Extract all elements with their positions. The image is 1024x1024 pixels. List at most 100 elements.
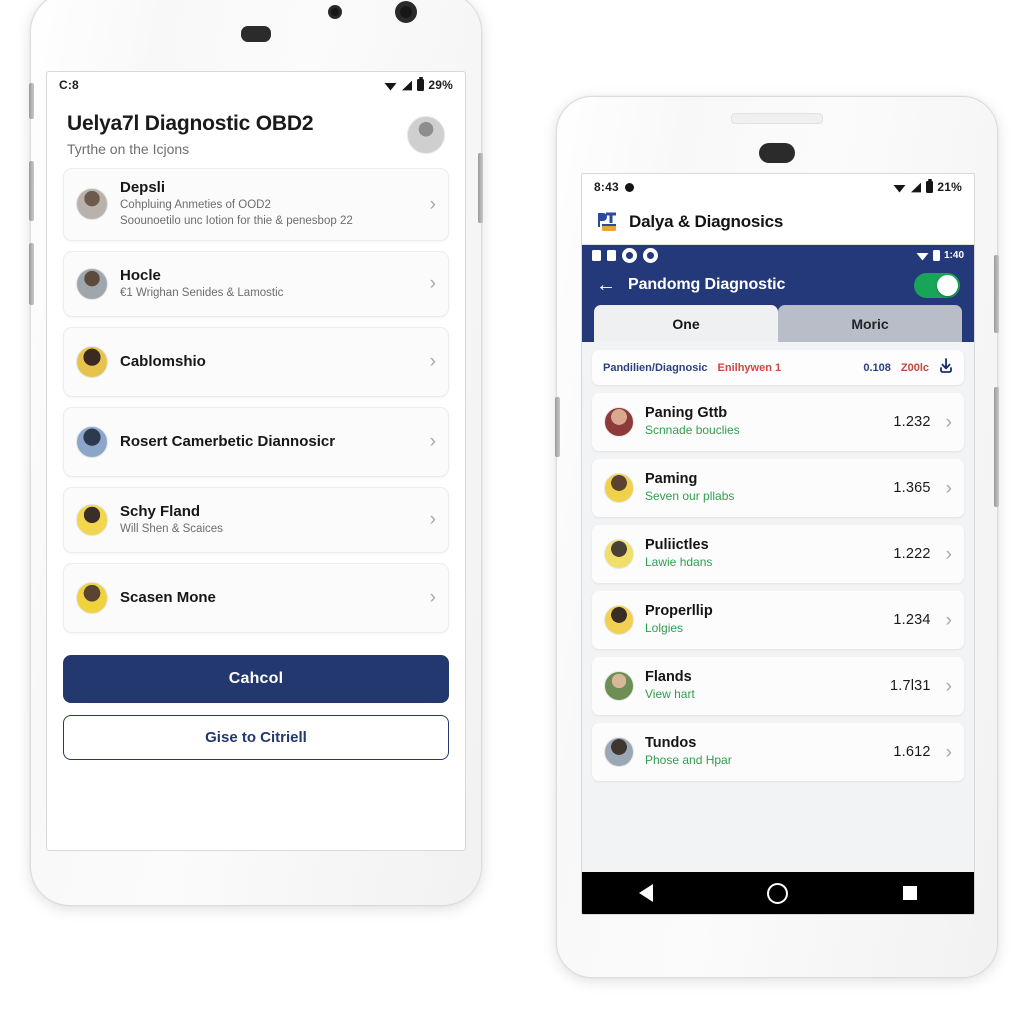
tab-moric[interactable]: Moric: [778, 305, 962, 342]
right-phone-device: 8:43 21% Dalya & Diagnosics 1:40 ← Pando…: [555, 96, 999, 978]
table-row[interactable]: Tundos Phose and Hpar 1.612 ›: [592, 723, 964, 781]
right-phone-screen: 8:43 21% Dalya & Diagnosics 1:40 ← Pando…: [581, 173, 975, 915]
row-value: 1.232: [893, 414, 931, 430]
embedded-status-icons: [592, 247, 658, 263]
toggle-knob: [937, 274, 958, 296]
table-row[interactable]: Flands View hart 1.7l31 ›: [592, 657, 964, 715]
chevron-right-icon: ›: [429, 431, 436, 453]
primary-button[interactable]: Cahcol: [63, 654, 449, 703]
list-item-text: Depsli Cohpluing Anmeties of OOD2 Soouno…: [120, 179, 414, 230]
list-item[interactable]: Depsli Cohpluing Anmeties of OOD2 Soouno…: [63, 167, 449, 241]
right-phone-left-button[interactable]: [555, 397, 560, 457]
list-item[interactable]: Cablomshio ›: [63, 326, 449, 397]
avatar[interactable]: [407, 116, 445, 154]
row-subtitle: View hart: [645, 687, 695, 702]
left-status-time: C:8: [59, 78, 79, 92]
row-value: 1.612: [893, 744, 931, 760]
clock-icon: [622, 247, 637, 263]
battery-icon: [932, 249, 940, 261]
left-phone-screen: C:8 29% Uelya7l Diagnostic OBD2 Tyrthe o…: [46, 71, 466, 851]
left-phone-volume-down-button[interactable]: [29, 161, 34, 221]
left-phone-right-button[interactable]: [478, 153, 483, 223]
secondary-button[interactable]: Gise to Citriell: [63, 714, 449, 760]
left-header-text: Uelya7l Diagnostic OBD2 Tyrthe on the Ic…: [67, 112, 314, 158]
avatar: [604, 539, 634, 569]
table-row[interactable]: Paning Gttb Scnnade bouclies 1.232 ›: [592, 393, 964, 451]
avatar: [76, 267, 108, 300]
left-phone-front-camera: [395, 1, 417, 23]
chevron-right-icon: ›: [945, 543, 952, 565]
diagnostic-toggle[interactable]: [914, 272, 960, 298]
info-bar[interactable]: Pandilien/Diagnosic Enilhywen 1 0.108 Z0…: [592, 350, 964, 385]
row-value: 1.234: [893, 612, 931, 628]
tab-one[interactable]: One: [594, 305, 778, 342]
row-title: Tundos: [645, 735, 697, 751]
list-item-desc-1: Will Shen & Scaices: [120, 522, 223, 535]
row-subtitle: Lawie hdans: [645, 555, 713, 570]
signal-icon: [402, 80, 413, 90]
chevron-right-icon: ›: [429, 273, 436, 295]
nav-home-icon[interactable]: [767, 882, 789, 904]
left-status-left: C:8: [59, 78, 79, 92]
right-status-left: 8:43: [594, 180, 634, 194]
wifi-icon: [916, 252, 929, 260]
notification-dot-icon: [624, 182, 634, 192]
right-phone-earpiece: [759, 143, 795, 163]
left-status-bar: C:8 29%: [47, 72, 465, 98]
list-item[interactable]: Rosert Camerbetic Diannosicr ›: [63, 406, 449, 477]
table-row[interactable]: Puliictles Lawie hdans 1.222 ›: [592, 525, 964, 583]
list-item[interactable]: Schy Fland Will Shen & Scaices ›: [63, 486, 449, 553]
right-phone-power-button[interactable]: [994, 387, 999, 507]
right-status-bar: 8:43 21%: [582, 174, 974, 200]
info-bar-value-2: Z00lc: [900, 361, 929, 374]
nav-back-icon[interactable]: [639, 884, 654, 902]
list-item[interactable]: Scasen Mone ›: [63, 562, 449, 633]
table-row[interactable]: Paming Seven our pllabs 1.365 ›: [592, 459, 964, 517]
chevron-right-icon: ›: [945, 741, 952, 763]
embedded-status-right: 1:40: [916, 249, 964, 261]
nav-recents-icon[interactable]: [902, 886, 917, 900]
page-subtitle: Tyrthe on the Icjons: [67, 141, 190, 158]
left-card-list: Depsli Cohpluing Anmeties of OOD2 Soouno…: [47, 166, 465, 633]
embedded-status-bar: 1:40: [582, 245, 974, 265]
list-item-text: Hocle €1 Wrighan Senides & Lamostic: [120, 267, 414, 302]
list-item-desc-2: Soounoetilo unc Iotion for thie & penesb…: [120, 215, 353, 228]
screenshot-canvas: C:8 29% Uelya7l Diagnostic OBD2 Tyrthe o…: [0, 0, 1024, 1024]
pit-logo-icon: [596, 211, 620, 233]
download-icon[interactable]: [939, 358, 953, 377]
eye-icon: [643, 247, 658, 263]
avatar: [604, 407, 634, 437]
clipboard-icon: [592, 249, 601, 261]
battery-icon: [417, 76, 425, 91]
left-phone-volume-up-button[interactable]: [29, 83, 34, 119]
left-phone-sensor: [328, 5, 342, 19]
list-item[interactable]: Hocle €1 Wrighan Senides & Lamostic ›: [63, 250, 449, 317]
row-subtitle: Scnnade bouclies: [645, 423, 740, 438]
list-item-title: Depsli: [120, 178, 166, 196]
table-row[interactable]: Properllip Lolgies 1.234 ›: [592, 591, 964, 649]
row-subtitle: Lolgies: [645, 621, 684, 636]
left-phone-power-button[interactable]: [29, 243, 34, 305]
row-text: Properllip Lolgies: [645, 603, 882, 637]
row-value: 1.365: [893, 480, 931, 496]
right-phone-volume-button[interactable]: [994, 255, 999, 333]
back-arrow-icon[interactable]: ←: [596, 275, 616, 295]
right-app-bar: Dalya & Diagnosics: [582, 200, 974, 245]
right-phone-speaker-grille: [731, 113, 823, 124]
android-navigation-bar: [582, 872, 974, 914]
left-phone-earpiece: [241, 26, 271, 42]
row-title: Paming: [645, 471, 698, 487]
info-bar-label: Pandilien/Diagnosic: [603, 361, 708, 374]
list-item-text: Scasen Mone: [120, 589, 414, 607]
list-item-title: Rosert Camerbetic Diannosicr: [120, 432, 336, 450]
row-text: Flands View hart: [645, 669, 879, 703]
info-bar-badge: Enilhywen 1: [717, 361, 782, 374]
row-title: Flands: [645, 669, 692, 685]
avatar: [76, 425, 108, 458]
chevron-right-icon: ›: [945, 411, 952, 433]
row-text: Paning Gttb Scnnade bouclies: [645, 405, 882, 439]
right-tab-bar: One Moric: [582, 305, 974, 342]
list-item-desc-1: €1 Wrighan Senides & Lamostic: [120, 286, 284, 299]
right-content-body: Pandilien/Diagnosic Enilhywen 1 0.108 Z0…: [582, 342, 974, 872]
row-text: Tundos Phose and Hpar: [645, 735, 882, 769]
